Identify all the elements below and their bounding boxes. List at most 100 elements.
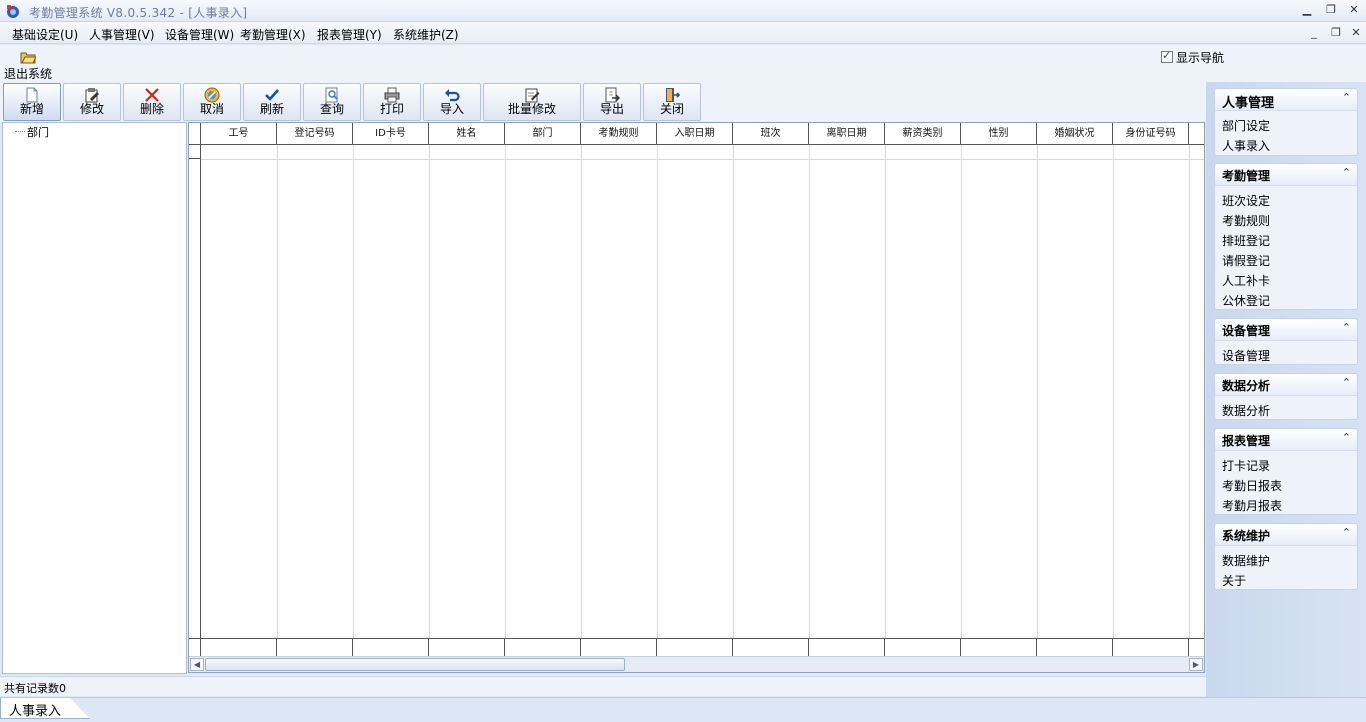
minimize-button[interactable]: ▁ <box>1300 3 1314 17</box>
menu-personnel[interactable]: 人事管理(V) <box>89 26 155 43</box>
personnel-grid[interactable]: 工号 登记号码 ID卡号 姓名 部门 考勤规则 入职日期 班次 离职日期 薪资类… <box>188 122 1205 673</box>
column-divider <box>885 145 886 638</box>
menu-attendance[interactable]: 考勤管理(X) <box>240 26 306 43</box>
col-header-attendance-rule[interactable]: 考勤规则 <box>581 123 657 145</box>
nav-item-device-management[interactable]: 设备管理 <box>1222 347 1270 364</box>
tab-personnel-entry[interactable]: 人事录入 <box>0 698 90 719</box>
nav-item-data-maintenance[interactable]: 数据维护 <box>1222 552 1270 569</box>
col-header-department[interactable]: 部门 <box>505 123 581 145</box>
export-button[interactable]: 导出 <box>583 83 641 121</box>
nav-group-header[interactable]: 系统维护 ⌃ <box>1215 524 1357 546</box>
refresh-button[interactable]: 刷新 <box>243 83 301 121</box>
batch-edit-button[interactable]: 批量修改 <box>483 83 581 121</box>
menu-basic-settings[interactable]: 基础设定(U) <box>12 26 78 43</box>
header-corner <box>189 123 201 145</box>
mdi-minimize-button[interactable]: _ <box>1308 26 1320 40</box>
title-bar: 考勤管理系统 V8.0.5.342 - [人事录入] ▁ ❐ ✕ <box>0 0 1366 22</box>
col-header-employee-no[interactable]: 工号 <box>201 123 277 145</box>
col-header-name[interactable]: 姓名 <box>429 123 505 145</box>
horizontal-scrollbar[interactable]: ◀ ▶ <box>189 656 1204 672</box>
nav-group-header[interactable]: 报表管理 ⌃ <box>1215 429 1357 451</box>
nav-group-header[interactable]: 人事管理 ⌃ <box>1215 89 1357 111</box>
query-button[interactable]: 查询 <box>303 83 361 121</box>
exit-system-button[interactable]: 退出系统 <box>4 65 52 82</box>
show-nav-checkbox[interactable] <box>1161 49 1173 63</box>
nav-group-title: 设备管理 <box>1222 324 1271 338</box>
scroll-left-icon[interactable]: ◀ <box>190 658 204 671</box>
nav-group-header[interactable]: 考勤管理 ⌃ <box>1215 164 1357 186</box>
record-count: 共有记录数0 <box>4 682 66 695</box>
footer-cell <box>1037 639 1113 656</box>
column-divider <box>1189 145 1190 638</box>
grid-footer <box>189 638 1204 656</box>
nav-item-monthly-report[interactable]: 考勤月报表 <box>1222 497 1282 514</box>
column-divider <box>809 145 810 638</box>
nav-item-schedule[interactable]: 排班登记 <box>1222 232 1270 249</box>
nav-group-header[interactable]: 设备管理 ⌃ <box>1215 319 1357 341</box>
close-window-button[interactable]: ✕ <box>1347 3 1361 17</box>
collapse-chevron-icon[interactable]: ⌃ <box>1342 526 1351 539</box>
cancel-button[interactable]: 取消 <box>183 83 241 121</box>
nav-group-title: 系统维护 <box>1222 529 1271 543</box>
nav-item-personnel-entry[interactable]: 人事录入 <box>1222 137 1270 154</box>
scroll-thumb[interactable] <box>205 658 625 671</box>
column-divider <box>505 145 506 638</box>
col-header-marital-status[interactable]: 婚姻状况 <box>1037 123 1113 145</box>
nav-item-shift-settings[interactable]: 班次设定 <box>1222 192 1270 209</box>
menu-reports[interactable]: 报表管理(Y) <box>317 26 382 43</box>
nav-item-data-analysis[interactable]: 数据分析 <box>1222 402 1270 419</box>
nav-item-leave[interactable]: 请假登记 <box>1222 252 1270 269</box>
nav-item-department-settings[interactable]: 部门设定 <box>1222 117 1270 134</box>
menu-device[interactable]: 设备管理(W) <box>165 26 234 43</box>
collapse-chevron-icon[interactable]: ⌃ <box>1342 376 1351 389</box>
col-header-leave-date[interactable]: 离职日期 <box>809 123 885 145</box>
nav-group-attendance: 考勤管理 ⌃ 班次设定 考勤规则 排班登记 请假登记 人工补卡 公休登记 <box>1214 163 1358 310</box>
nav-group-title: 考勤管理 <box>1222 169 1271 183</box>
document-tab-bar: 人事录入 <box>0 697 1366 722</box>
col-header-shift[interactable]: 班次 <box>733 123 809 145</box>
col-header-id-number[interactable]: 身份证号码 <box>1113 123 1189 145</box>
nav-item-about[interactable]: 关于 <box>1222 572 1246 589</box>
nav-item-attendance-rules[interactable]: 考勤规则 <box>1222 212 1270 229</box>
col-header-registration-no[interactable]: 登记号码 <box>277 123 353 145</box>
col-header-hire-date[interactable]: 入职日期 <box>657 123 733 145</box>
maximize-button[interactable]: ❐ <box>1324 3 1338 17</box>
collapse-chevron-icon[interactable]: ⌃ <box>1342 321 1351 334</box>
footer-cell <box>1113 639 1189 656</box>
refresh-button-label: 刷新 <box>259 102 284 116</box>
footer-cell <box>505 639 581 656</box>
delete-button[interactable]: 删除 <box>123 83 181 121</box>
menu-system[interactable]: 系统维护(Z) <box>393 26 459 43</box>
col-header-gender[interactable]: 性别 <box>961 123 1037 145</box>
scroll-right-icon[interactable]: ▶ <box>1189 658 1203 671</box>
footer-cell <box>657 639 733 656</box>
mdi-close-button[interactable]: ✕ <box>1350 26 1362 40</box>
mdi-restore-button[interactable]: ❐ <box>1330 26 1342 40</box>
department-tree[interactable]: 部门 <box>2 122 187 674</box>
collapse-chevron-icon[interactable]: ⌃ <box>1342 431 1351 444</box>
column-divider <box>1037 145 1038 638</box>
nav-group-title: 报表管理 <box>1222 434 1271 448</box>
collapse-chevron-icon[interactable]: ⌃ <box>1342 166 1351 179</box>
tree-node-department[interactable]: 部门 <box>27 124 49 140</box>
nav-item-holidays[interactable]: 公休登记 <box>1222 292 1270 309</box>
nav-item-daily-report[interactable]: 考勤日报表 <box>1222 477 1282 494</box>
row-indicator[interactable] <box>189 145 201 159</box>
print-button[interactable]: 打印 <box>363 83 421 121</box>
nav-item-punch-records[interactable]: 打卡记录 <box>1222 457 1270 474</box>
column-divider <box>657 145 658 638</box>
folder-open-icon[interactable] <box>20 50 36 64</box>
edit-button[interactable]: 修改 <box>63 83 121 121</box>
nav-group-header[interactable]: 数据分析 ⌃ <box>1215 374 1357 396</box>
col-header-id-card[interactable]: ID卡号 <box>353 123 429 145</box>
collapse-chevron-icon[interactable]: ⌃ <box>1342 91 1351 104</box>
nav-group-system: 系统维护 ⌃ 数据维护 关于 <box>1214 523 1358 590</box>
add-button[interactable]: 新增 <box>3 83 61 121</box>
col-header-salary-type[interactable]: 薪资类别 <box>885 123 961 145</box>
show-nav-label[interactable]: 显示导航 <box>1176 49 1224 66</box>
nav-item-manual-punch[interactable]: 人工补卡 <box>1222 272 1270 289</box>
import-button[interactable]: 导入 <box>423 83 481 121</box>
close-button[interactable]: 关闭 <box>643 83 701 121</box>
add-button-label: 新增 <box>19 102 44 116</box>
grid-row-separator <box>201 159 1204 160</box>
